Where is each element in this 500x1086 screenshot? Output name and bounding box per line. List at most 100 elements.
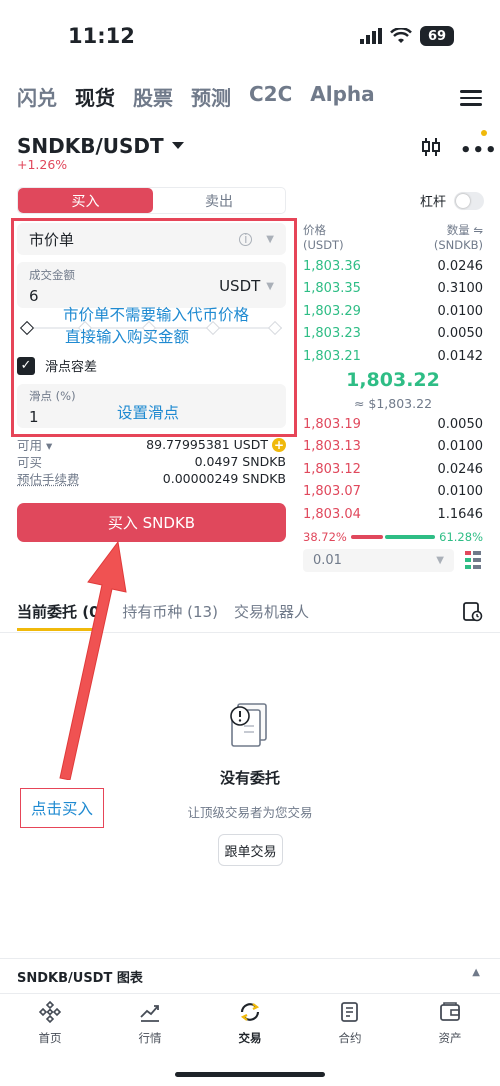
more-icon[interactable]: •••	[460, 140, 498, 161]
mid-price-usd: ≈ $1,803.22	[353, 396, 433, 411]
nav-tab-alpha[interactable]: Alpha	[310, 82, 374, 111]
candlestick-icon[interactable]	[421, 136, 441, 158]
nav-tab-prediction[interactable]: 预测	[191, 82, 231, 111]
nav-tab-stocks[interactable]: 股票	[133, 82, 173, 111]
leverage-toggle-row: 杠杆	[420, 191, 485, 210]
wallet-icon	[440, 1002, 460, 1021]
order-qty: 0.0100	[437, 439, 484, 455]
slider-handle[interactable]	[19, 320, 35, 336]
bottom-nav-futures[interactable]: 合约	[300, 996, 400, 1056]
ask-row[interactable]: 1,803.29 0.0100	[303, 300, 483, 322]
bottom-nav-trade[interactable]: 交易	[200, 996, 300, 1056]
chevron-down-icon: ▼	[266, 280, 274, 292]
qty-unit: (SNDKB)	[433, 238, 483, 252]
ask-row[interactable]: 1,803.23 0.0050	[303, 323, 483, 345]
status-time: 11:12	[68, 24, 135, 48]
slippage-tolerance-label: 滑点容差	[45, 360, 98, 375]
bottom-nav-futures-label: 合约	[338, 1031, 362, 1045]
amount-unit-select[interactable]: USDT ▼	[219, 277, 274, 295]
chevron-down-icon: ▼	[266, 233, 274, 245]
annotation-arrow	[59, 540, 127, 780]
nav-tab-c2c[interactable]: C2C	[249, 82, 292, 111]
bid-row[interactable]: 1,803.04 1.1646	[303, 503, 483, 526]
balance-row-available: 可用 ▾ 89.77995381 USDT +	[17, 436, 286, 453]
bid-row[interactable]: 1,803.12 0.0246	[303, 458, 483, 480]
bottom-nav-assets[interactable]: 资产	[400, 996, 500, 1056]
bid-row[interactable]: 1,803.13 0.0100	[303, 436, 483, 458]
chart-collapse-bar[interactable]: SNDKB/USDT 图表 ▲	[0, 958, 500, 994]
ask-row[interactable]: 1,803.35 0.3100	[303, 277, 483, 300]
order-type-select[interactable]: 市价单 i ▼	[17, 223, 286, 255]
buy-sell-tabs: 买入 卖出	[17, 187, 286, 214]
trade-icon	[240, 1003, 260, 1021]
order-qty: 0.0246	[437, 461, 484, 477]
order-price: 1,803.29	[303, 303, 361, 319]
pair-selector[interactable]: SNDKB/USDT	[17, 134, 184, 158]
markets-icon	[140, 1005, 159, 1022]
add-funds-icon[interactable]: +	[272, 438, 286, 452]
bottom-nav-home[interactable]: 首页	[0, 996, 100, 1056]
tick-size-select[interactable]: 0.01 ▼	[303, 549, 454, 572]
order-history-icon[interactable]	[463, 602, 483, 622]
pair-name: SNDKB/USDT	[17, 134, 164, 158]
annotation-click-buy: 点击买入	[20, 788, 104, 828]
futures-icon	[341, 1002, 358, 1022]
tab-buy[interactable]: 买入	[18, 188, 153, 213]
nav-tab-convert[interactable]: 闪兑	[17, 82, 57, 111]
slider-stop-100[interactable]	[267, 320, 283, 336]
order-qty: 0.0050	[437, 416, 484, 432]
status-icons: 69	[360, 26, 454, 46]
slippage-tolerance-checkbox[interactable]: ✓ 滑点容差	[17, 356, 97, 375]
bottom-nav: 首页 行情 交易 合约 资产	[0, 996, 500, 1056]
orderbook-layout-icon[interactable]	[465, 551, 481, 569]
info-icon[interactable]: i	[239, 232, 253, 246]
buy-button[interactable]: 买入 SNDKB	[17, 503, 286, 542]
available-value: 89.77995381 USDT +	[146, 437, 286, 452]
amount-field[interactable]: 成交金额 6 USDT ▼	[17, 262, 286, 308]
ask-row[interactable]: 1,803.21 0.0142	[303, 345, 483, 367]
annotation-slippage: 设置滑点	[117, 404, 180, 422]
bid-row[interactable]: 1,803.19 0.0050	[303, 413, 483, 435]
order-price: 1,803.36	[303, 258, 361, 274]
bid-row[interactable]: 1,803.07 0.0100	[303, 481, 483, 503]
fee-value: 0.00000249 SNDKB	[162, 471, 286, 486]
order-qty: 0.0100	[437, 303, 484, 319]
order-type-value: 市价单	[29, 230, 75, 249]
balance-info: 可用 ▾ 89.77995381 USDT + 可买 0.0497 SNDKB 预…	[17, 436, 286, 487]
wifi-icon	[390, 28, 412, 43]
chevron-down-icon: ▼	[436, 555, 444, 566]
annotation-market-line1: 市价单不需要输入代币价格	[63, 306, 250, 324]
bottom-nav-home-label: 首页	[38, 1031, 62, 1045]
leverage-toggle[interactable]	[454, 191, 485, 210]
order-price: 1,803.21	[303, 348, 361, 364]
ask-row[interactable]: 1,803.36 0.0246	[303, 255, 483, 277]
check-icon: ✓	[17, 356, 35, 375]
bottom-nav-trade-label: 交易	[238, 1031, 262, 1045]
sell-ratio: 61.28%	[439, 530, 483, 544]
nav-tab-spot[interactable]: 现货	[75, 82, 115, 111]
copy-trading-button[interactable]: 跟单交易	[218, 834, 283, 866]
mid-price: 1,803.22	[346, 369, 440, 391]
balance-row-buyable: 可买 0.0497 SNDKB	[17, 453, 286, 470]
order-qty: 0.0100	[437, 484, 484, 500]
home-indicator	[175, 1072, 325, 1077]
order-price: 1,803.35	[303, 281, 361, 297]
buy-sell-ratio: 38.72% 61.28%	[303, 530, 483, 544]
menu-icon[interactable]	[460, 86, 482, 110]
home-icon	[38, 1000, 62, 1024]
orderbook-header: 价格 数量 ⇋ (USDT) (SNDKB)	[303, 222, 483, 252]
chevron-up-icon[interactable]: ▲	[472, 967, 480, 978]
ratio-bar	[350, 535, 436, 539]
bottom-nav-markets[interactable]: 行情	[100, 996, 200, 1056]
tab-sell[interactable]: 卖出	[153, 188, 285, 213]
qty-header[interactable]: 数量 ⇋	[447, 222, 483, 238]
tab-trading-bots[interactable]: 交易机器人	[234, 601, 309, 622]
order-price: 1,803.07	[303, 484, 361, 500]
chart-title: SNDKB/USDT 图表	[17, 971, 143, 986]
notification-dot	[481, 130, 487, 136]
price-header: 价格	[303, 223, 326, 237]
order-qty: 0.0050	[437, 326, 484, 342]
bottom-nav-markets-label: 行情	[138, 1031, 162, 1045]
amount-unit: USDT	[219, 277, 261, 295]
battery-icon: 69	[420, 26, 454, 46]
